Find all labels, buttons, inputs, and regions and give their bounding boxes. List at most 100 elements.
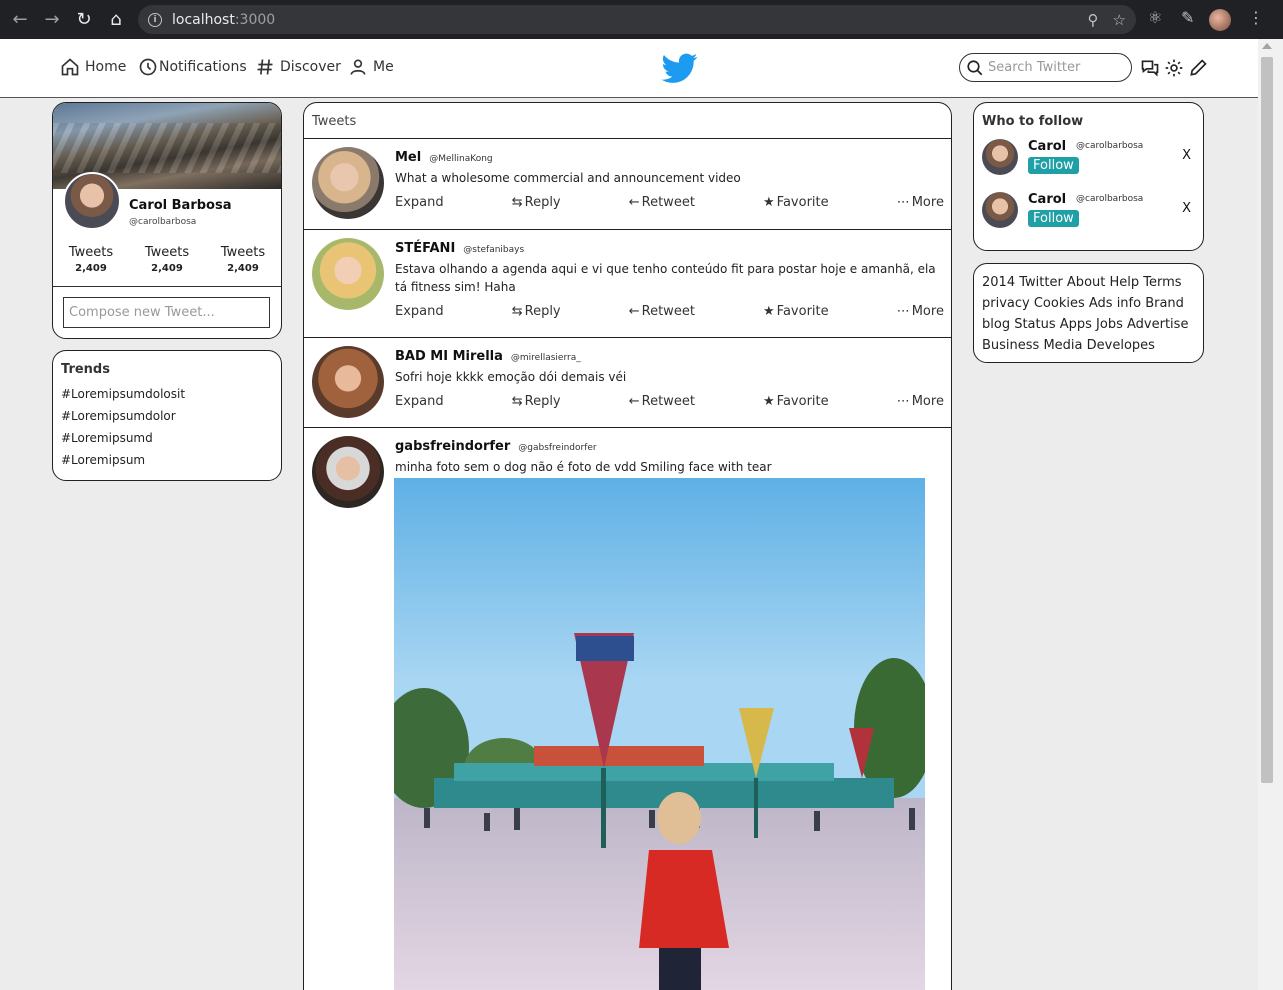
- user-icon: [350, 59, 366, 75]
- reply-button[interactable]: ⇆ Reply: [512, 394, 561, 409]
- trend-item[interactable]: #Loremipsumd: [61, 431, 273, 453]
- tweet-author-name[interactable]: BAD MI Mirella: [395, 349, 503, 364]
- follow-button[interactable]: Follow: [1028, 210, 1079, 227]
- reply-label: Reply: [524, 394, 561, 409]
- nav-discover-label: Discover: [280, 59, 341, 75]
- nav-me[interactable]: Me: [348, 57, 394, 77]
- page-scrollbar[interactable]: [1258, 39, 1283, 990]
- react-devtools-icon[interactable]: ⚛: [1148, 8, 1162, 27]
- stat-tweets[interactable]: Tweets 2,409: [69, 245, 113, 274]
- compose-tweet-input[interactable]: [63, 297, 270, 328]
- tweet-actions: Expand ⇆ Reply ← Retweet ★ Favorite ⋯ More: [395, 195, 944, 224]
- profile-card: Carol Barbosa @carolbarbosa Tweets 2,409…: [52, 102, 282, 339]
- trends-card: Trends #Loremipsumdolosit #Loremipsumdol…: [52, 350, 282, 481]
- favorite-button[interactable]: ★ Favorite: [763, 304, 829, 319]
- scrollbar-thumb[interactable]: [1261, 57, 1273, 783]
- expand-button[interactable]: Expand: [395, 304, 444, 319]
- twitter-bird-logo[interactable]: [660, 50, 700, 86]
- tweet-author-name[interactable]: gabsfreindorfer: [395, 439, 510, 454]
- nav-home[interactable]: Home: [60, 57, 126, 77]
- nav-discover[interactable]: Discover: [255, 57, 341, 77]
- retweet-button[interactable]: ← Retweet: [629, 195, 695, 210]
- star-icon: ★: [763, 195, 775, 210]
- reply-button[interactable]: ⇆ Reply: [512, 195, 561, 210]
- expand-button[interactable]: Expand: [395, 195, 444, 210]
- avatar[interactable]: [312, 238, 384, 310]
- profile-name[interactable]: Carol Barbosa: [129, 198, 231, 213]
- nav-notifications[interactable]: Notifications: [138, 57, 247, 77]
- messages-icon[interactable]: [1139, 57, 1161, 79]
- clock-icon: [139, 58, 157, 76]
- tweet-author-handle[interactable]: @stefanibays: [463, 245, 524, 255]
- avatar[interactable]: [63, 172, 121, 230]
- tweet-author-name[interactable]: STÉFANI: [395, 241, 455, 256]
- trend-item[interactable]: #Loremipsum: [61, 453, 273, 475]
- home-browser-icon[interactable]: ⌂: [100, 0, 132, 39]
- dismiss-suggestion-button[interactable]: X: [1182, 148, 1191, 163]
- tweet-author-handle[interactable]: @gabsfreindorfer: [518, 443, 596, 453]
- reload-icon[interactable]: ↻: [68, 0, 100, 39]
- tweet-photo[interactable]: [394, 478, 925, 990]
- tweet-author-name[interactable]: Mel: [395, 150, 421, 165]
- hashtag-icon: [257, 59, 273, 75]
- bookmark-star-icon[interactable]: ☆: [1113, 11, 1126, 29]
- trend-item[interactable]: #Loremipsumdolor: [61, 409, 273, 431]
- browser-menu-icon[interactable]: ⋮: [1248, 8, 1264, 27]
- tweet-author-handle[interactable]: @mirellasierra_: [511, 353, 581, 363]
- reply-icon: ⇆: [511, 195, 523, 210]
- search-input[interactable]: [988, 60, 1128, 75]
- retweet-button[interactable]: ← Retweet: [629, 304, 695, 319]
- favorite-button[interactable]: ★ Favorite: [763, 195, 829, 210]
- stat-value: 2,409: [151, 263, 183, 274]
- feed-title: Tweets: [304, 103, 951, 139]
- follow-suggestion-handle: @carolbarbosa: [1076, 194, 1144, 204]
- favorite-label: Favorite: [776, 304, 829, 319]
- tweet-author-handle[interactable]: @MellinaKong: [429, 154, 492, 164]
- list-item: Carol @carolbarbosa Follow X: [982, 139, 1195, 192]
- stat-label: Tweets: [220, 245, 266, 260]
- tweet-actions: Expand ⇆ Reply ← Retweet ★ Favorite ⋯ More: [395, 394, 944, 423]
- reply-icon: ⇆: [511, 394, 523, 409]
- stat-value: 2,409: [75, 263, 107, 274]
- more-button[interactable]: ⋯ More: [897, 304, 944, 319]
- back-icon[interactable]: ←: [4, 0, 36, 39]
- retweet-label: Retweet: [641, 195, 695, 210]
- avatar[interactable]: [312, 346, 384, 418]
- star-icon: ★: [763, 304, 775, 319]
- expand-label: Expand: [395, 394, 444, 409]
- favorite-button[interactable]: ★ Favorite: [763, 394, 829, 409]
- avatar[interactable]: [982, 139, 1018, 175]
- avatar[interactable]: [982, 192, 1018, 228]
- retweet-button[interactable]: ← Retweet: [629, 394, 695, 409]
- avatar[interactable]: [312, 436, 384, 508]
- browser-profile-avatar[interactable]: [1209, 9, 1231, 31]
- scroll-up-arrow-icon[interactable]: [1262, 43, 1272, 49]
- retweet-label: Retweet: [641, 394, 695, 409]
- reply-icon: ⇆: [511, 304, 523, 319]
- follow-button[interactable]: Follow: [1028, 157, 1079, 174]
- url-text: localhost:3000: [172, 11, 276, 28]
- expand-button[interactable]: Expand: [395, 394, 444, 409]
- stat-tweets[interactable]: Tweets 2,409: [145, 245, 189, 274]
- dismiss-suggestion-button[interactable]: X: [1182, 201, 1191, 216]
- avatar[interactable]: [312, 147, 384, 219]
- reply-label: Reply: [524, 195, 561, 210]
- stat-tweets[interactable]: Tweets 2,409: [221, 245, 265, 274]
- trend-item[interactable]: #Loremipsumdolosit: [61, 387, 273, 409]
- extensions-icon[interactable]: ✎: [1181, 8, 1194, 27]
- compose-pencil-icon[interactable]: [1187, 57, 1209, 79]
- follow-suggestion-name[interactable]: Carol: [1028, 139, 1066, 154]
- tweet: STÉFANI @stefanibays Estava olhando a ag…: [304, 230, 951, 338]
- reply-button[interactable]: ⇆ Reply: [512, 304, 561, 319]
- forward-icon[interactable]: →: [36, 0, 68, 39]
- zoom-icon[interactable]: ⚲: [1088, 11, 1099, 29]
- more-button[interactable]: ⋯ More: [897, 195, 944, 210]
- retweet-label: Retweet: [641, 304, 695, 319]
- address-bar[interactable]: i localhost:3000 ⚲ ☆: [138, 5, 1136, 34]
- search-box[interactable]: [959, 53, 1132, 82]
- site-info-icon[interactable]: i: [148, 12, 162, 27]
- more-button[interactable]: ⋯ More: [897, 394, 944, 409]
- follow-suggestion-name[interactable]: Carol: [1028, 192, 1066, 207]
- settings-gear-icon[interactable]: [1163, 57, 1185, 79]
- footer-links[interactable]: 2014 Twitter About Help Terms privacy Co…: [982, 272, 1195, 356]
